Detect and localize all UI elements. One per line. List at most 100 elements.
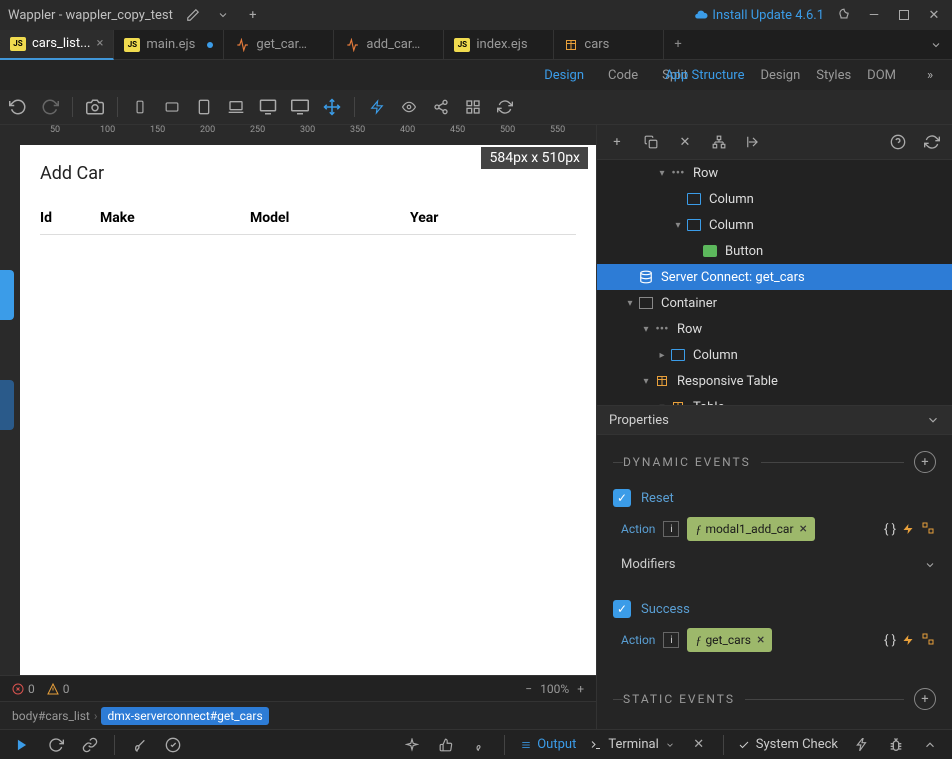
crumb-body[interactable]: body#cars_list <box>12 709 90 723</box>
tab-index-ejs[interactable]: JS index.ejs <box>444 30 554 60</box>
help-icon[interactable] <box>888 132 908 152</box>
tree-row[interactable]: ▾Table <box>597 394 952 405</box>
pill-remove-icon[interactable]: × <box>800 521 807 537</box>
edit-icon[interactable] <box>183 5 203 25</box>
link-icon[interactable] <box>80 735 100 755</box>
tab-main-ejs[interactable]: JS main.ejs <box>114 30 224 60</box>
output-tab[interactable]: Output <box>519 737 576 752</box>
add-event-button[interactable]: + <box>914 451 936 473</box>
flow-icon[interactable] <box>920 522 936 537</box>
play-icon[interactable] <box>12 735 32 755</box>
lightning-icon[interactable] <box>367 97 387 117</box>
sparkle-icon[interactable] <box>402 735 422 755</box>
terminal-tab[interactable]: Terminal <box>590 737 674 752</box>
rail-tab-1[interactable] <box>0 270 14 320</box>
tree-row[interactable]: ▾•••Row <box>597 316 952 342</box>
warnings-count[interactable]: 0 <box>47 682 70 696</box>
device-tablet-icon[interactable] <box>194 97 214 117</box>
device-laptop-icon[interactable] <box>226 97 246 117</box>
refresh-icon[interactable] <box>495 97 515 117</box>
share-icon[interactable] <box>431 97 451 117</box>
panel-tab-dom[interactable]: DOM <box>867 68 896 83</box>
delete-icon[interactable]: ✕ <box>675 132 695 152</box>
plus-icon[interactable]: + <box>243 5 263 25</box>
add-node-icon[interactable]: + <box>607 132 627 152</box>
eye-icon[interactable] <box>399 97 419 117</box>
code-braces-icon[interactable]: { } <box>884 522 896 537</box>
errors-count[interactable]: 0 <box>12 682 35 696</box>
restart-icon[interactable] <box>46 735 66 755</box>
event-enabled-checkbox[interactable]: ✓ <box>613 600 631 618</box>
chevron-down-icon[interactable] <box>213 5 233 25</box>
tab-get-car[interactable]: get_car… <box>224 30 334 60</box>
zap-icon[interactable] <box>852 735 872 755</box>
tree-row[interactable]: Button <box>597 238 952 264</box>
view-mode-tabs: Design Code Split App Structure Design S… <box>0 60 952 90</box>
device-mobile-icon[interactable] <box>130 97 150 117</box>
camera-icon[interactable] <box>85 97 105 117</box>
redo-icon[interactable] <box>40 97 60 117</box>
action-pill[interactable]: ƒ get_cars × <box>687 628 772 652</box>
code-braces-icon[interactable]: { } <box>884 633 896 648</box>
info-icon[interactable]: i <box>663 632 679 648</box>
tree-row[interactable]: Server Connect: get_cars <box>597 264 952 290</box>
sitemap-icon[interactable] <box>709 132 729 152</box>
panel-tab-design[interactable]: Design <box>761 68 801 83</box>
minimize-icon[interactable]: — <box>864 5 884 25</box>
panel-tab-app-structure[interactable]: App Structure <box>665 68 744 83</box>
chevron-down-icon[interactable] <box>924 559 936 571</box>
tree-row[interactable]: Column <box>597 186 952 212</box>
qr-icon[interactable] <box>463 97 483 117</box>
lightning-icon[interactable] <box>902 633 914 648</box>
maximize-icon[interactable] <box>894 5 914 25</box>
tree-row[interactable]: ▸Column <box>597 342 952 368</box>
tree-row[interactable]: ▾•••Row <box>597 160 952 186</box>
device-desktop-xl-icon[interactable] <box>290 97 310 117</box>
tree-row[interactable]: ▾Column <box>597 212 952 238</box>
tree-row[interactable]: ▾Container <box>597 290 952 316</box>
system-check-tab[interactable]: System Check <box>738 737 838 752</box>
action-pill[interactable]: ƒ modal1_add_car × <box>687 517 815 541</box>
device-mobile-wide-icon[interactable] <box>162 97 182 117</box>
rail-tab-2[interactable] <box>0 380 14 430</box>
panel-tab-styles[interactable]: Styles <box>816 68 851 83</box>
flow-icon[interactable] <box>920 633 936 648</box>
tab-cars-list[interactable]: JS cars_list... × <box>0 30 114 60</box>
lightning-icon[interactable] <box>902 522 914 537</box>
brush2-icon[interactable] <box>470 735 490 755</box>
theme-icon[interactable] <box>834 5 854 25</box>
panel-more-icon[interactable]: » <box>920 65 940 85</box>
add-tab-button[interactable]: + <box>664 37 691 52</box>
export-icon[interactable] <box>743 132 763 152</box>
install-update-link[interactable]: Install Update 4.6.1 <box>694 8 824 23</box>
event-enabled-checkbox[interactable]: ✓ <box>613 489 631 507</box>
tab-close-icon[interactable]: × <box>96 36 103 51</box>
zoom-out-button[interactable]: − <box>525 682 532 696</box>
undo-icon[interactable] <box>8 97 28 117</box>
design-canvas[interactable]: 584px x 510px Add Car Id Make Model Year <box>20 145 596 675</box>
dynamic-events-title: DYNAMIC EVENTS <box>623 455 751 469</box>
view-tab-design[interactable]: Design <box>532 60 596 90</box>
info-icon[interactable]: i <box>663 521 679 537</box>
device-desktop-icon[interactable] <box>258 97 278 117</box>
brush-icon[interactable] <box>129 735 149 755</box>
view-tab-code[interactable]: Code <box>596 60 650 90</box>
check-circle-icon[interactable] <box>163 735 183 755</box>
zoom-in-button[interactable]: + <box>577 682 584 696</box>
close-icon[interactable]: ✕ <box>924 5 944 25</box>
tab-add-car[interactable]: add_car… <box>334 30 444 60</box>
crumb-current[interactable]: dmx-serverconnect#get_cars <box>101 707 268 725</box>
tree-row[interactable]: ▾Responsive Table <box>597 368 952 394</box>
copy-icon[interactable] <box>641 132 661 152</box>
move-icon[interactable] <box>322 97 342 117</box>
thumbs-up-icon[interactable] <box>436 735 456 755</box>
close-terminal-icon[interactable]: ✕ <box>689 735 709 755</box>
add-static-event-button[interactable]: + <box>914 688 936 710</box>
chevron-up-icon[interactable] <box>920 735 940 755</box>
tabs-overflow-icon[interactable] <box>920 39 952 51</box>
properties-header[interactable]: Properties <box>597 405 952 435</box>
bug-icon[interactable] <box>886 735 906 755</box>
tab-cars-db[interactable]: cars <box>554 30 664 60</box>
reload-icon[interactable] <box>922 132 942 152</box>
pill-remove-icon[interactable]: × <box>757 632 764 648</box>
